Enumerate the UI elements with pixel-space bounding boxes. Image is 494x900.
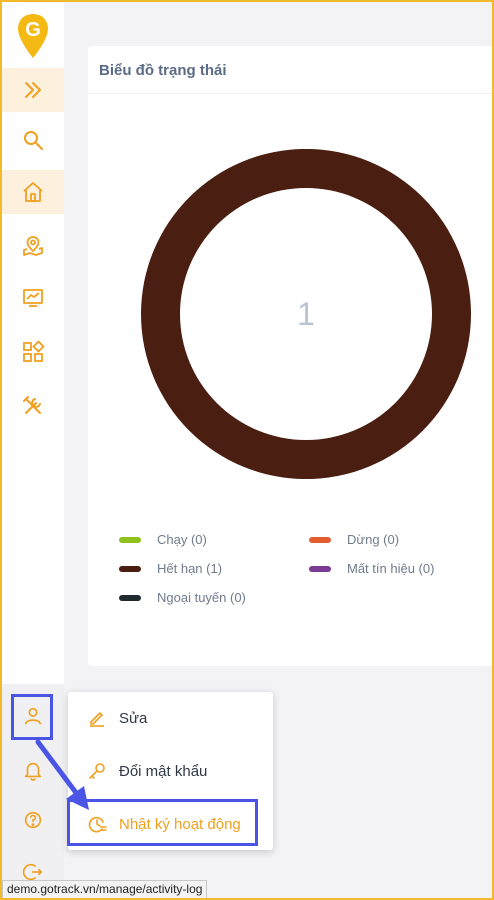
apps-icon: [23, 340, 45, 362]
gotrack-logo[interactable]: G: [16, 12, 50, 60]
legend-swatch: [119, 536, 141, 543]
legend-swatch: [119, 565, 141, 572]
map-pin-icon: [23, 236, 43, 256]
legend-item-offline[interactable]: Ngoại tuyến (0): [119, 590, 246, 605]
tools-icon: [23, 396, 41, 414]
menu-item-label: Sửa: [119, 709, 148, 727]
legend-label: Chạy (0): [157, 532, 207, 547]
sidebar-item-monitor[interactable]: [2, 276, 64, 320]
legend-label: Ngoại tuyến (0): [157, 590, 246, 605]
sidebar-item-apps[interactable]: [2, 330, 64, 374]
menu-item-label: Đổi mật khẩu: [119, 762, 208, 780]
legend-swatch: [119, 594, 141, 601]
legend-label: Dừng (0): [347, 532, 400, 547]
menu-item-change-password[interactable]: Đổi mật khẩu: [68, 751, 273, 791]
status-donut-chart: 1: [141, 149, 471, 479]
chevrons-right-icon: [25, 82, 41, 98]
pencil-icon: [90, 712, 104, 727]
legend-item-expired[interactable]: Hết hạn (1): [119, 561, 222, 576]
sidebar-item-map[interactable]: [2, 224, 64, 268]
donut-center-label: 1: [297, 296, 315, 332]
notifications-button[interactable]: [2, 752, 64, 788]
legend-swatch: [309, 536, 331, 543]
logo-letter: G: [25, 19, 41, 41]
search-icon: [24, 131, 43, 150]
key-icon: [89, 763, 105, 779]
annotation-box-activity-log: [67, 799, 258, 846]
legend-label: Hết hạn (1): [157, 561, 223, 576]
status-chart-card: Biểu đồ trạng thái 1 Chạy (0) Dừng (0) H…: [88, 46, 494, 666]
card-divider: [88, 93, 494, 94]
status-bar-url: demo.gotrack.vn/manage/activity-log: [2, 880, 208, 900]
sidebar-item-tools[interactable]: [2, 384, 64, 428]
legend-label: Mất tín hiệu (0): [347, 561, 435, 576]
sidebar-item-search[interactable]: [2, 118, 64, 162]
home-icon: [23, 182, 43, 202]
help-icon: [24, 811, 42, 829]
menu-item-edit[interactable]: Sửa: [68, 698, 273, 738]
help-button[interactable]: [2, 802, 64, 838]
bell-icon: [24, 762, 42, 781]
annotation-box-user: [11, 694, 53, 740]
legend-item-running[interactable]: Chạy (0): [119, 532, 207, 547]
card-title: Biểu đồ trạng thái: [99, 62, 227, 79]
sidebar-expand-button[interactable]: [2, 68, 64, 112]
legend-item-stopped[interactable]: Dừng (0): [309, 532, 399, 547]
monitor-chart-icon: [23, 289, 43, 307]
sidebar-item-home[interactable]: [2, 170, 64, 214]
legend-swatch: [309, 565, 331, 572]
legend-item-lost-signal[interactable]: Mất tín hiệu (0): [309, 561, 434, 576]
